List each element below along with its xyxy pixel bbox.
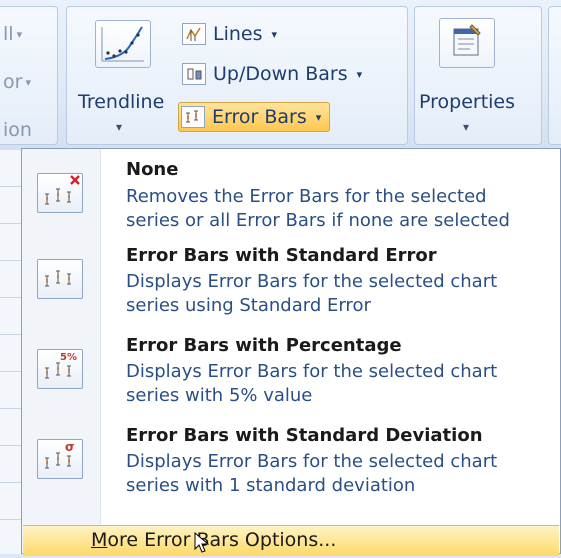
menu-item-standard-error-desc: Displays Error Bars for the selected cha… xyxy=(126,270,556,318)
error-bars-standard-deviation-icon: σ xyxy=(37,439,83,479)
chevron-down-icon: ▾ xyxy=(356,67,363,81)
worksheet-background xyxy=(0,150,22,554)
menu-item-standard-error-title: Error Bars with Standard Error xyxy=(126,245,437,266)
menu-item-none-title: None xyxy=(126,159,179,180)
mouse-cursor-icon xyxy=(194,531,210,554)
ribbon-group-left: ll ▾ or ▾ ion xyxy=(0,6,58,145)
menu-item-none-desc-line-1: Removes the Error Bars for the selected xyxy=(126,186,487,207)
error-bars-button[interactable]: Error Bars ▾ xyxy=(178,102,331,132)
chevron-down-icon: ▾ xyxy=(271,27,278,41)
ribbon-fragment-1[interactable]: ll ▾ xyxy=(3,23,22,45)
menu-item-standard-deviation-desc-line-1: Displays Error Bars for the selected cha… xyxy=(126,451,498,472)
chevron-down-icon[interactable]: ▾ xyxy=(116,120,122,134)
chevron-down-icon[interactable]: ▾ xyxy=(463,120,469,134)
menu-item-none-desc: Removes the Error Bars for the selected … xyxy=(126,185,556,233)
chevron-down-icon: ▾ xyxy=(16,28,23,41)
chevron-down-icon: ▾ xyxy=(315,110,322,124)
ribbon: ll ▾ or ▾ ion Trendline ▾ Lines ▾ Up/Dow… xyxy=(0,0,561,150)
menu-item-percentage-desc: Displays Error Bars for the selected cha… xyxy=(126,360,556,408)
ribbon-fragment-1-label: ll xyxy=(3,23,14,45)
more-error-bars-options[interactable]: More Error Bars Options... xyxy=(23,525,559,556)
menu-item-percentage-desc-line-1: Displays Error Bars for the selected cha… xyxy=(126,361,498,382)
menu-item-standard-deviation-title: Error Bars with Standard Deviation xyxy=(126,425,483,446)
menu-item-standard-deviation-desc-line-2: series with 1 standard deviation xyxy=(126,475,416,496)
menu-item-standard-error[interactable]: Error Bars with Standard Error Displays … xyxy=(22,243,560,333)
trendline-icon[interactable] xyxy=(95,20,151,68)
error-bars-percentage-icon: 5% xyxy=(37,349,83,389)
error-bars-none-icon xyxy=(37,173,83,213)
menu-item-percentage-title: Error Bars with Percentage xyxy=(126,335,402,356)
more-options-accelerator: M xyxy=(91,529,108,551)
menu-item-percentage[interactable]: 5% Error Bars with Percentage Displays E… xyxy=(22,335,560,425)
ribbon-fragment-2[interactable]: or ▾ xyxy=(3,71,31,93)
error-bars-menu: None Removes the Error Bars for the sele… xyxy=(21,148,561,556)
error-bars-label: Error Bars xyxy=(212,106,307,128)
menu-item-standard-deviation-desc: Displays Error Bars for the selected cha… xyxy=(126,450,556,498)
menu-item-none[interactable]: None Removes the Error Bars for the sele… xyxy=(22,149,560,239)
properties-icon[interactable] xyxy=(439,18,495,68)
ribbon-fragment-2-label: or xyxy=(3,71,23,93)
lines-label: Lines xyxy=(213,23,263,45)
lines-icon xyxy=(182,23,206,45)
updown-bars-button[interactable]: Up/Down Bars ▾ xyxy=(180,60,370,88)
error-bars-standard-error-icon xyxy=(37,259,83,299)
more-error-bars-options-label: More Error Bars Options... xyxy=(91,529,336,551)
error-bars-icon xyxy=(181,106,205,128)
ribbon-fragment-3: ion xyxy=(3,119,32,141)
menu-item-percentage-desc-line-2: series with 5% value xyxy=(126,385,313,406)
trendline-button[interactable]: Trendline xyxy=(78,91,164,113)
chevron-down-icon: ▾ xyxy=(25,76,31,89)
ribbon-group-edge xyxy=(548,6,561,145)
menu-item-standard-deviation-badge: σ xyxy=(65,440,74,454)
menu-item-standard-deviation[interactable]: σ Error Bars with Standard Deviation Dis… xyxy=(22,425,560,515)
menu-item-standard-error-desc-line-2: series using Standard Error xyxy=(126,295,371,316)
updown-bars-icon xyxy=(182,63,206,85)
menu-item-percentage-badge: 5% xyxy=(60,352,77,363)
lines-button[interactable]: Lines ▾ xyxy=(180,20,285,48)
updown-bars-label: Up/Down Bars xyxy=(213,63,348,85)
more-options-rest: ore Error Bars Options... xyxy=(107,529,337,551)
menu-item-standard-error-desc-line-1: Displays Error Bars for the selected cha… xyxy=(126,271,498,292)
properties-button[interactable]: Properties xyxy=(419,91,515,113)
menu-item-none-desc-line-2: series or all Error Bars if none are sel… xyxy=(126,210,510,231)
